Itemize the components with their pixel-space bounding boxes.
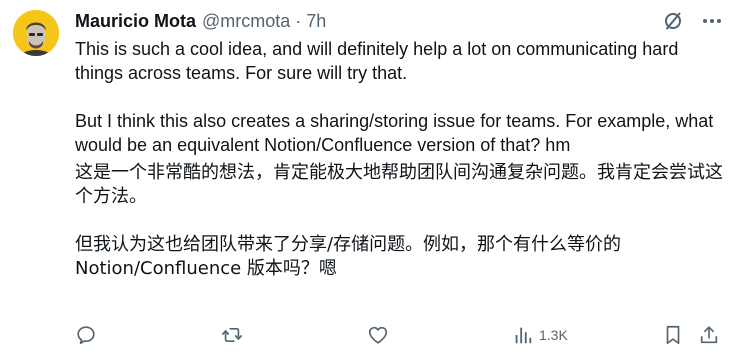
views-count: 1.3K — [539, 327, 568, 343]
original-paragraph-2: But I think this also creates a sharing/… — [75, 111, 719, 155]
share-icon — [700, 326, 718, 344]
separator: · — [295, 10, 302, 31]
tweet-body: This is such a cool idea, and will defin… — [75, 37, 725, 281]
bookmark-icon — [666, 325, 680, 345]
top-actions — [662, 10, 722, 32]
timestamp[interactable]: 7h — [306, 11, 326, 32]
avatar-illustration — [13, 10, 59, 56]
retweet-icon — [222, 327, 242, 343]
views-button[interactable]: 1.3K — [513, 320, 568, 350]
slashed-circle-icon[interactable] — [662, 10, 684, 32]
translated-text: 这是一个非常酷的想法，肯定能极大地帮助团队间沟通复杂问题。我肯定会尝试这个方法。… — [75, 161, 725, 281]
original-paragraph-1: This is such a cool idea, and will defin… — [75, 39, 684, 83]
tweet-header: Mauricio Mota @mrcmota · 7h — [75, 9, 326, 33]
translated-paragraph-2: 但我认为这也给团队带来了分享/存储问题。例如，那个有什么等价的 Notion/C… — [75, 234, 627, 279]
like-button[interactable] — [367, 320, 389, 350]
author-handle[interactable]: @mrcmota — [202, 11, 290, 32]
translated-paragraph-1: 这是一个非常酷的想法，肯定能极大地帮助团队间沟通复杂问题。我肯定会尝试这个方法。 — [75, 162, 723, 207]
bar-chart-icon — [515, 327, 532, 344]
heart-icon — [368, 326, 388, 344]
bookmark-button[interactable] — [663, 320, 683, 350]
action-bar: 1.3K — [75, 320, 725, 350]
reply-icon — [77, 326, 95, 345]
author-name[interactable]: Mauricio Mota — [75, 11, 196, 32]
reply-button[interactable] — [75, 320, 97, 350]
share-button[interactable] — [698, 320, 720, 350]
avatar[interactable] — [13, 10, 59, 56]
tweet[interactable]: Mauricio Mota @mrcmota · 7h This is such… — [0, 0, 740, 354]
more-dots-icon[interactable] — [702, 11, 722, 31]
retweet-button[interactable] — [220, 320, 244, 350]
